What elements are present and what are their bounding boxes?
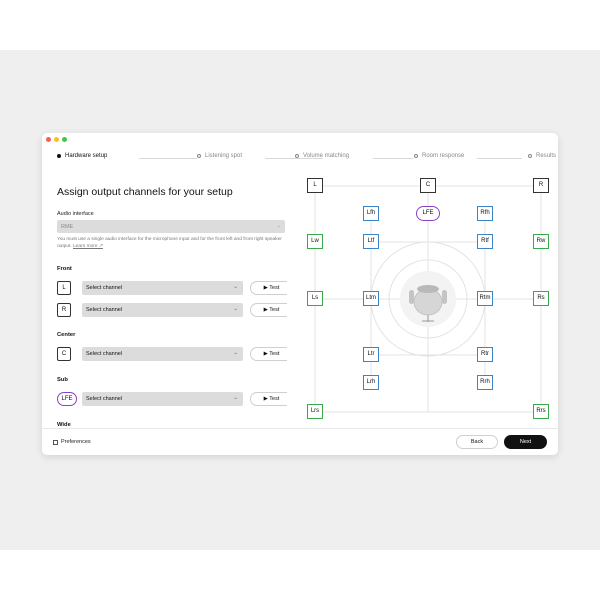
speaker-rrh[interactable]: Rrh: [477, 375, 493, 390]
progress-stepper: Hardware setup Listening spot Volume mat…: [57, 153, 556, 163]
step-divider: [477, 158, 522, 159]
speaker-r[interactable]: R: [533, 178, 549, 193]
speaker-ls[interactable]: Ls: [307, 291, 323, 306]
channel-select[interactable]: Select channel ⌄: [82, 303, 243, 317]
speaker-lw[interactable]: Lw: [307, 234, 323, 249]
test-button[interactable]: ▶ Test: [250, 281, 287, 295]
channel-badge: R: [57, 303, 71, 317]
speaker-rfh[interactable]: Rfh: [477, 206, 493, 221]
speaker-l[interactable]: L: [307, 178, 323, 193]
speaker-rs[interactable]: Rs: [533, 291, 549, 306]
channel-select-value: Select channel: [86, 307, 123, 313]
speaker-rw[interactable]: Rw: [533, 234, 549, 249]
step-dot-icon: [414, 154, 418, 158]
speaker-ltr[interactable]: Ltr: [363, 347, 379, 362]
channel-select-value: Select channel: [86, 285, 123, 291]
channel-row-r: R Select channel ⌄ ▶ Test: [57, 303, 287, 317]
step-dot-icon: [57, 154, 61, 158]
chevron-down-icon: ⌄: [276, 223, 281, 229]
step-dot-icon: [197, 154, 201, 158]
channel-select[interactable]: Select channel ⌄: [82, 392, 243, 406]
channel-badge: LFE: [57, 392, 77, 406]
step-hardware-setup[interactable]: Hardware setup: [57, 153, 107, 159]
channel-select[interactable]: Select channel ⌄: [82, 347, 243, 361]
next-button[interactable]: Next: [504, 435, 547, 449]
step-label: Results: [536, 153, 557, 159]
test-button[interactable]: ▶ Test: [250, 347, 287, 361]
step-label: Volume matching: [303, 153, 350, 159]
channel-select-value: Select channel: [86, 396, 123, 402]
speaker-rtr[interactable]: Rtr: [477, 347, 493, 362]
audio-interface-select[interactable]: RME ⌄: [57, 220, 285, 233]
step-label: Listening spot: [205, 153, 243, 159]
channel-row-c: C Select channel ⌄ ▶ Test: [57, 347, 287, 361]
test-button[interactable]: ▶ Test: [250, 303, 287, 317]
speaker-layout-diagram: L C R Lfh LFE Rfh Lw Ltf Rtf Rw Ls Ltm R…: [306, 177, 554, 421]
chevron-down-icon: ⌄: [233, 350, 238, 356]
audio-interface-label: Audio interface: [57, 211, 94, 217]
chevron-down-icon: ⌄: [233, 395, 238, 401]
audio-interface-value: RME: [61, 224, 74, 230]
speaker-lfe[interactable]: LFE: [416, 206, 440, 221]
minimize-window-button[interactable]: [54, 137, 59, 142]
channel-badge: C: [57, 347, 71, 361]
speaker-c[interactable]: C: [420, 178, 436, 193]
back-button[interactable]: Back: [456, 435, 498, 449]
section-sub: Sub: [57, 377, 68, 383]
window-controls: [46, 137, 67, 142]
step-dot-icon: [295, 154, 299, 158]
channel-row-l: L Select channel ⌄ ▶ Test: [57, 281, 287, 295]
speaker-ltm[interactable]: Ltm: [363, 291, 379, 306]
step-divider: [139, 158, 197, 159]
preferences-label: Preferences: [61, 439, 91, 445]
step-room-response[interactable]: Room response: [414, 153, 464, 159]
speaker-lfh[interactable]: Lfh: [363, 206, 379, 221]
zoom-window-button[interactable]: [62, 137, 67, 142]
channel-select[interactable]: Select channel ⌄: [82, 281, 243, 295]
interface-note: You must use a single audio interface fo…: [57, 237, 285, 250]
speaker-lrs[interactable]: Lrs: [307, 404, 323, 419]
speaker-rrs[interactable]: Rrs: [533, 404, 549, 419]
learn-more-link[interactable]: Learn more ↗: [73, 244, 103, 249]
step-label: Hardware setup: [65, 153, 108, 159]
step-results[interactable]: Results: [528, 153, 556, 159]
page-title: Assign output channels for your setup: [57, 186, 233, 198]
section-front: Front: [57, 266, 72, 272]
channel-row-lfe: LFE Select channel ⌄ ▶ Test: [57, 392, 287, 406]
speaker-lrh[interactable]: Lrh: [363, 375, 379, 390]
chevron-down-icon: ⌄: [233, 306, 238, 312]
step-label: Room response: [422, 153, 465, 159]
preferences-button[interactable]: Preferences: [53, 439, 91, 445]
app-window: Hardware setup Listening spot Volume mat…: [42, 133, 558, 455]
channel-select-value: Select channel: [86, 351, 123, 357]
chevron-down-icon: ⌄: [233, 284, 238, 290]
speaker-ltf[interactable]: Ltf: [363, 234, 379, 249]
channel-setup-panel: Assign output channels for your setup Au…: [57, 183, 287, 428]
section-center: Center: [57, 332, 76, 338]
channel-badge: L: [57, 281, 71, 295]
preferences-icon: [53, 439, 58, 445]
step-listening-spot[interactable]: Listening spot: [197, 153, 242, 159]
speaker-rtm[interactable]: Rtm: [477, 291, 493, 306]
footer-bar: Preferences Back Next: [42, 428, 558, 455]
close-window-button[interactable]: [46, 137, 51, 142]
step-volume-matching[interactable]: Volume matching: [295, 153, 349, 159]
step-divider: [373, 158, 413, 159]
speaker-rtf[interactable]: Rtf: [477, 234, 493, 249]
test-button[interactable]: ▶ Test: [250, 392, 287, 406]
step-dot-icon: [528, 154, 532, 158]
